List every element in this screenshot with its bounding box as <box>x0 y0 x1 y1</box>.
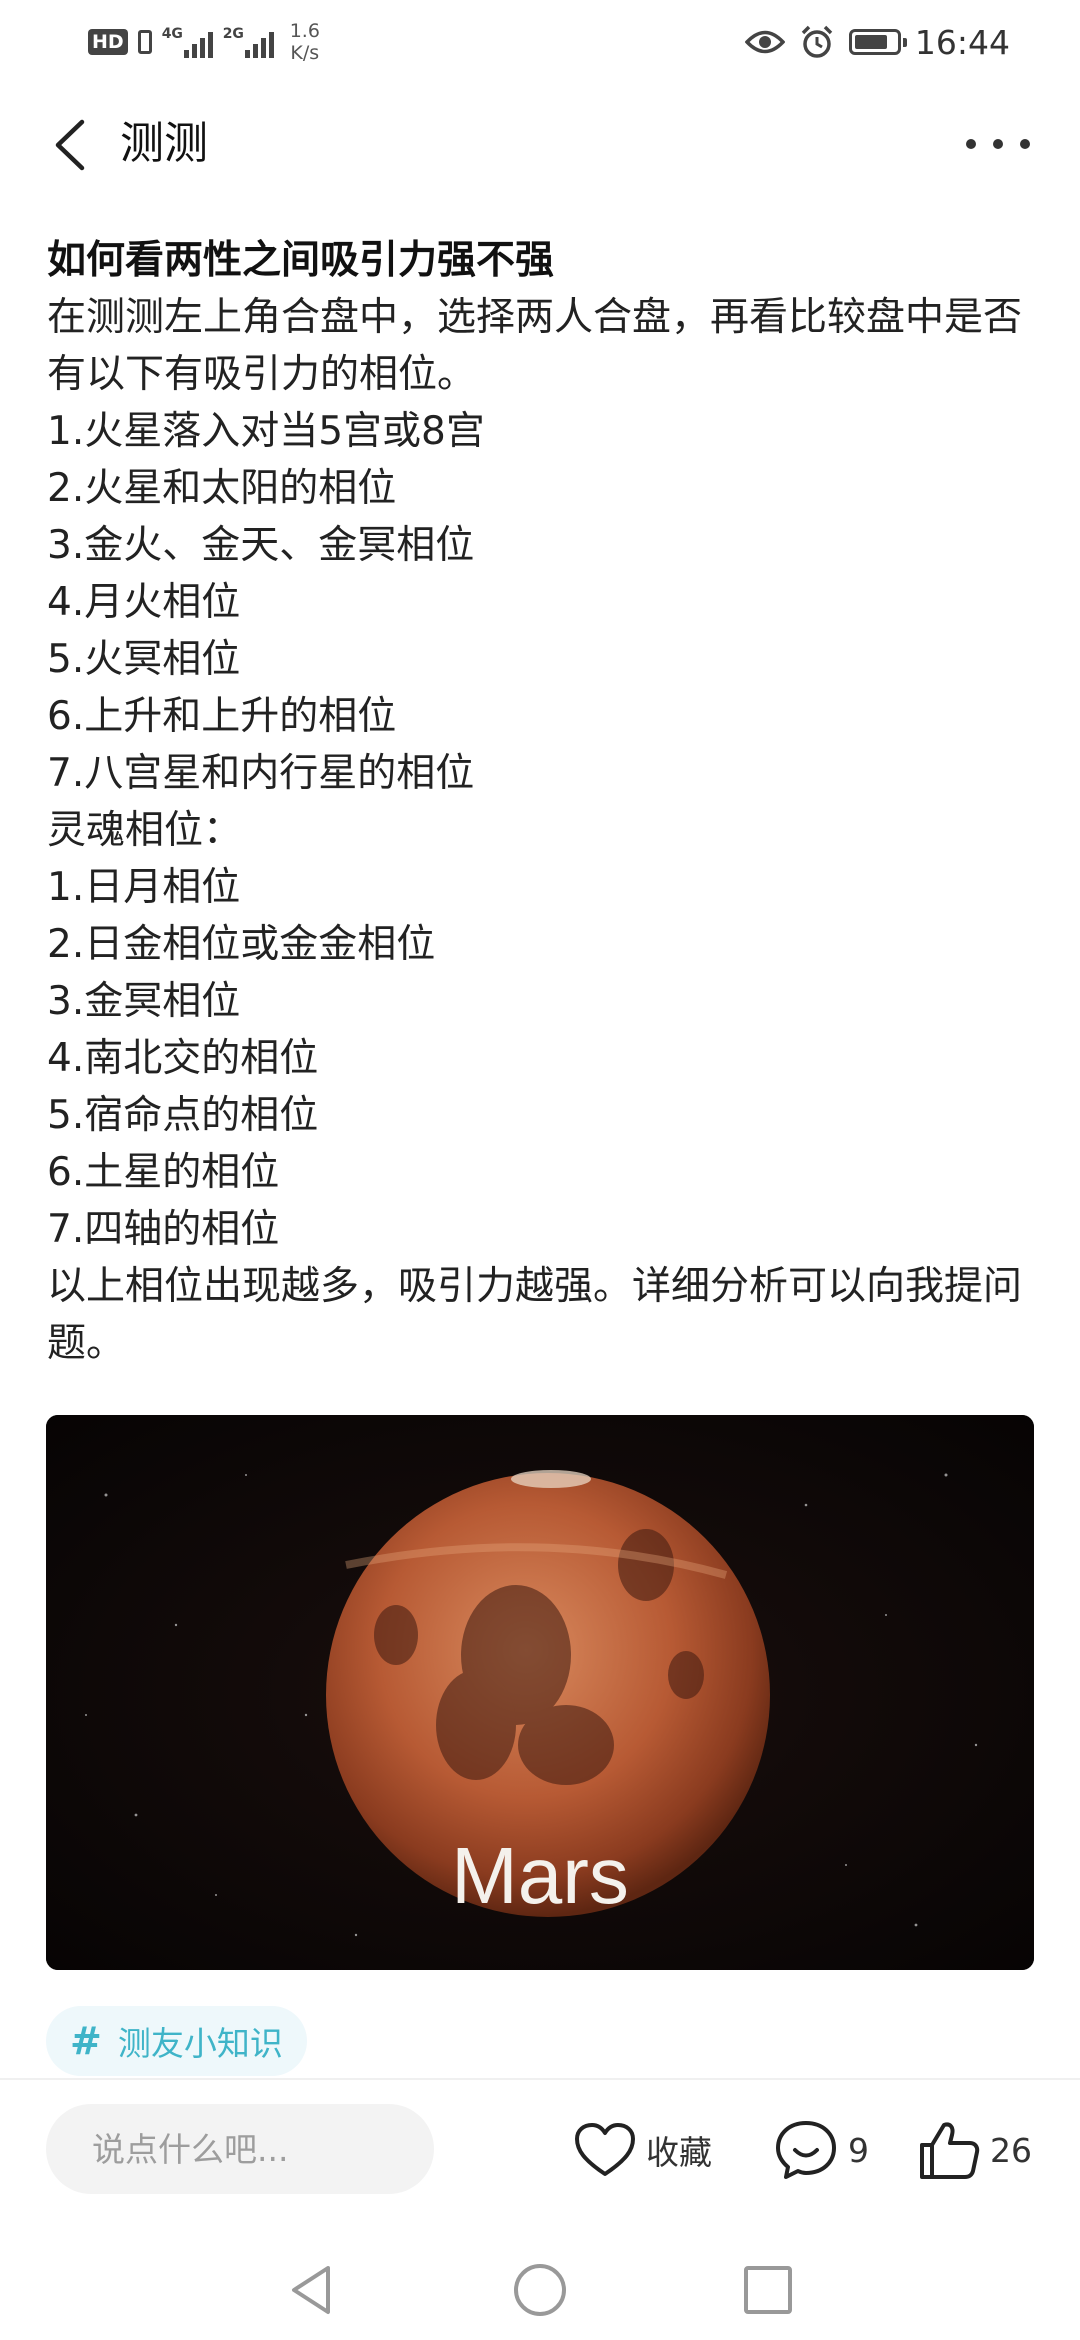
nav-recent-apps-icon[interactable] <box>738 2260 798 2320</box>
divider <box>0 2078 1080 2080</box>
app-header: 测测 <box>0 100 1080 190</box>
eye-comfort-icon <box>744 30 785 54</box>
list-item: 5.宿命点的相位 <box>47 1093 319 1138</box>
soul-aspects-heading: 灵魂相位： <box>47 808 243 853</box>
list-item: 2.日金相位或金金相位 <box>47 922 436 967</box>
sim2-network-type: 2G <box>222 26 244 42</box>
list-item: 3.金火、金天、金冥相位 <box>47 523 475 568</box>
heart-icon <box>575 2123 635 2176</box>
list-item: 3.金冥相位 <box>47 979 241 1024</box>
comments-button[interactable]: 9 <box>774 2112 869 2188</box>
like-button[interactable]: 26 <box>918 2112 1032 2188</box>
list-item: 2.火星和太阳的相位 <box>47 466 397 511</box>
back-arrow-icon[interactable] <box>44 112 100 178</box>
nav-home-icon[interactable] <box>510 2260 570 2320</box>
network-speed: 1.6 K/s <box>290 20 320 64</box>
sim1-signal-icon: 4G <box>162 26 213 58</box>
image-caption: Mars <box>451 1831 629 1920</box>
battery-icon <box>848 29 907 55</box>
favorite-label: 收藏 <box>646 2133 712 2172</box>
more-options-button[interactable] <box>966 114 1030 174</box>
comment-count: 9 <box>848 2130 869 2170</box>
status-bar-left: HD 4G 2G 1.6 K/s <box>88 14 320 70</box>
page-title: 测测 <box>120 118 208 169</box>
status-bar: HD 4G 2G 1.6 K/s 16:44 <box>0 0 1080 84</box>
like-count: 26 <box>990 2130 1032 2170</box>
list-item: 6.土星的相位 <box>47 1150 280 1195</box>
sim2-signal-icon: 2G <box>223 26 274 58</box>
list-item: 7.四轴的相位 <box>47 1207 280 1252</box>
list-item: 4.月火相位 <box>47 580 241 625</box>
topic-tag-label: 测友小知识 <box>117 2024 283 2063</box>
post-content: 如何看两性之间吸引力强不强 在测测左上角合盘中，选择两人合盘，再看比较盘中是否有… <box>47 233 1037 1372</box>
favorite-button[interactable]: 收藏 <box>574 2112 712 2188</box>
nav-back-icon[interactable] <box>282 2260 342 2320</box>
clock: 16:44 <box>914 22 1010 62</box>
post-image[interactable]: Mars <box>46 1415 1034 1970</box>
post-heading: 如何看两性之间吸引力强不强 <box>47 238 555 283</box>
hashtag-icon: # <box>70 2019 102 2063</box>
hd-voice-icon: HD <box>88 29 128 55</box>
topic-tag[interactable]: # 测友小知识 <box>46 2006 307 2076</box>
list-item: 1.火星落入对当5宫或8宫 <box>47 409 485 454</box>
thumbs-up-icon <box>920 2122 980 2179</box>
sim1-network-type: 4G <box>161 26 183 42</box>
comment-input[interactable] <box>46 2104 434 2194</box>
list-item: 7.八宫星和内行星的相位 <box>47 751 475 796</box>
comment-bubble-icon <box>776 2121 836 2179</box>
list-item: 1.日月相位 <box>47 865 241 910</box>
alarm-icon <box>801 25 833 58</box>
more-dot-icon <box>1020 139 1030 149</box>
post-intro: 在测测左上角合盘中，选择两人合盘，再看比较盘中是否有以下有吸引力的相位。 <box>47 295 1023 397</box>
sim-card-icon <box>137 30 152 54</box>
more-dot-icon <box>966 139 976 149</box>
network-speed-unit: K/s <box>290 42 320 64</box>
soul-aspects-list: 1.日月相位 2.日金相位或金金相位 3.金冥相位 4.南北交的相位 5.宿命点… <box>47 859 1037 1258</box>
network-speed-value: 1.6 <box>289 20 320 42</box>
more-dot-icon <box>993 139 1003 149</box>
list-item: 6.上升和上升的相位 <box>47 694 397 739</box>
list-item: 5.火冥相位 <box>47 637 241 682</box>
system-navigation-bar <box>0 2240 1080 2340</box>
status-bar-right: 16:44 <box>744 14 1010 70</box>
attraction-list: 1.火星落入对当5宫或8宫 2.火星和太阳的相位 3.金火、金天、金冥相位 4.… <box>47 403 1037 802</box>
post-conclusion: 以上相位出现越多，吸引力越强。详细分析可以向我提问题。 <box>47 1264 1023 1366</box>
list-item: 4.南北交的相位 <box>47 1036 319 1081</box>
